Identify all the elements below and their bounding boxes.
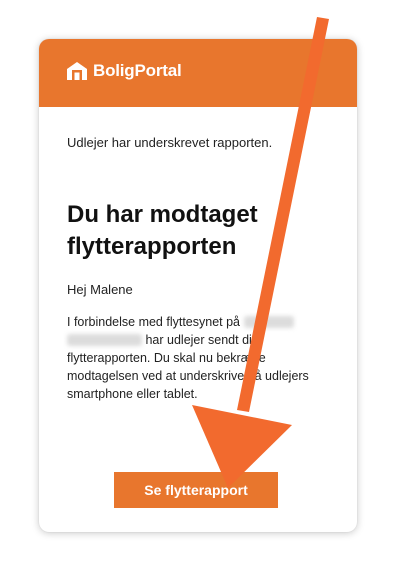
redacted-address: xxxxxxxx: [243, 316, 294, 328]
redacted-address: xxxxxxxxxxxx: [67, 334, 142, 346]
email-card: BoligPortal Udlejer har underskrevet rap…: [39, 39, 357, 532]
body-line: har udlejer sendt dig: [145, 333, 259, 347]
email-title: Du har modtaget flytterapporten: [67, 201, 258, 260]
status-text: Udlejer har underskrevet rapporten.: [67, 135, 273, 150]
brand-logo[interactable]: BoligPortal: [66, 61, 182, 81]
brand-name: BoligPortal: [93, 61, 182, 80]
house-icon: [67, 62, 87, 80]
body-line: smartphone eller tablet.: [67, 387, 198, 401]
body-line: modtagelsen ved at underskrive på udleje…: [67, 369, 309, 383]
body-line: flytterapporten. Du skal nu bekræfte: [67, 351, 266, 365]
view-report-button[interactable]: Se flytterapport: [114, 472, 278, 508]
body-line: I forbindelse med flyttesynet på: [67, 315, 241, 329]
email-body: I forbindelse med flyttesynet på xxxxxxx…: [67, 313, 335, 403]
email-header: BoligPortal: [39, 39, 357, 107]
screenshot-stage: BoligPortal Udlejer har underskrevet rap…: [0, 0, 396, 572]
greeting: Hej Malene: [67, 282, 133, 297]
